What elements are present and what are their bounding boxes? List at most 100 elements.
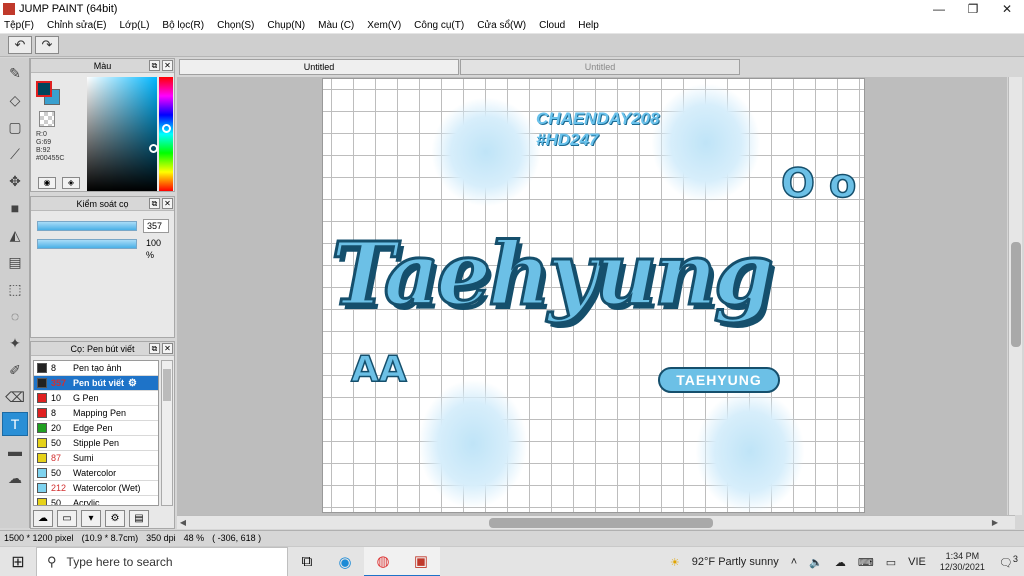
magic-wand-tool-icon[interactable]: ✦ [2, 331, 28, 355]
hue-slider[interactable] [159, 77, 173, 191]
maximize-button[interactable]: ❐ [956, 0, 990, 17]
blue-value: B:92 [36, 147, 51, 154]
language-indicator[interactable]: VIE [908, 556, 926, 568]
scroll-left-icon[interactable]: ◀ [177, 517, 189, 529]
rectangle-tool-icon[interactable]: ▢ [2, 115, 28, 139]
brush-tool-icon[interactable]: ✎ [2, 61, 28, 85]
sv-picker-knob[interactable] [149, 144, 158, 153]
brush-size-slider[interactable] [37, 221, 137, 231]
brush-list-item[interactable]: 50 Acrylic [34, 496, 158, 505]
cloud-tool-icon[interactable]: ☁ [2, 466, 28, 490]
transparent-color-swatch[interactable] [39, 111, 55, 127]
saturation-value-picker[interactable] [87, 77, 157, 191]
close-button[interactable]: ✕ [990, 0, 1024, 17]
taskbar-clock[interactable]: 1:34 PM 12/30/2021 [940, 551, 985, 573]
panel-close-icon[interactable]: ✕ [162, 60, 173, 71]
brush-size-value[interactable]: 357 [143, 219, 169, 233]
text-tool-icon[interactable]: T [2, 412, 28, 436]
color-mode-icon[interactable]: ◉ [38, 177, 56, 189]
detach-icon[interactable]: ⧉ [149, 343, 160, 354]
hue-slider-knob[interactable] [162, 124, 171, 133]
new-brush-icon[interactable]: ▭ [57, 510, 77, 527]
horizontal-scroll-thumb[interactable] [489, 518, 713, 528]
undo-icon[interactable]: ↶ [8, 36, 32, 54]
brush-list-item[interactable]: 50 Stipple Pen [34, 436, 158, 451]
vertical-scrollbar[interactable] [1008, 77, 1022, 515]
search-placeholder: Type here to search [66, 554, 173, 569]
brush-list-scrollbar[interactable] [161, 360, 173, 506]
menu-edit[interactable]: Chỉnh sửa(E) [47, 20, 107, 31]
select-rect-tool-icon[interactable]: ⬚ [2, 277, 28, 301]
menu-cloud[interactable]: Cloud [539, 20, 565, 31]
hex-value: #00455C [36, 155, 65, 162]
brush-list-item[interactable]: 20 Edge Pen [34, 421, 158, 436]
menu-layer[interactable]: Lớp(L) [120, 20, 150, 31]
redo-icon[interactable]: ↷ [35, 36, 59, 54]
bucket-tool-icon[interactable]: ◭ [2, 223, 28, 247]
canvas-workspace[interactable]: CHAENDAY208 #HD247 O o Taehyung AA TAEHY… [177, 77, 1007, 515]
brush-size-label: 20 [51, 423, 62, 433]
onedrive-icon[interactable]: ☁ [835, 556, 846, 569]
scroll-thumb[interactable] [163, 369, 171, 401]
eraser-tool-icon[interactable]: ◇ [2, 88, 28, 112]
select-pen-tool-icon[interactable]: ✐ [2, 358, 28, 382]
brush-list-item[interactable]: 10 G Pen [34, 391, 158, 406]
task-view-icon[interactable]: ⧉ [288, 547, 326, 576]
brush-menu-icon[interactable]: ▾ [81, 510, 101, 527]
brush-settings-icon[interactable]: ⚙ [105, 510, 125, 527]
keyboard-icon[interactable]: ⌨ [858, 556, 874, 569]
brush-cloud-icon[interactable]: ☁ [33, 510, 53, 527]
scroll-right-icon[interactable]: ▶ [989, 517, 1001, 529]
menu-color[interactable]: Màu (C) [318, 20, 354, 31]
detach-icon[interactable]: ⧉ [149, 198, 160, 209]
fill-rect-tool-icon[interactable]: ■ [2, 196, 28, 220]
brush-settings-gear-icon[interactable]: ⚙ [128, 378, 137, 389]
color-set-icon[interactable]: ◈ [62, 177, 80, 189]
brush-list-item[interactable]: 8 Mapping Pen [34, 406, 158, 421]
vertical-scroll-thumb[interactable] [1011, 242, 1021, 347]
lasso-tool-icon[interactable]: ◌ [2, 304, 28, 328]
select-eraser-tool-icon[interactable]: ⌫ [2, 385, 28, 409]
brush-list-item[interactable]: 212 Watercolor (Wet) [34, 481, 158, 496]
taskbar-search[interactable]: ⚲ Type here to search [36, 546, 288, 576]
windows-start-icon[interactable]: ⊞ [0, 547, 36, 576]
menu-help[interactable]: Help [578, 20, 599, 31]
speaker-icon[interactable]: 🔈 [809, 556, 823, 569]
menu-view[interactable]: Xem(V) [367, 20, 401, 31]
brush-list-item[interactable]: 87 Sumi [34, 451, 158, 466]
notification-icon[interactable]: 🗨3 [999, 554, 1018, 570]
menu-filter[interactable]: Bộ lọc(R) [162, 20, 204, 31]
foreground-color-swatch[interactable] [36, 81, 52, 97]
edge-browser-icon[interactable]: ◉ [326, 547, 364, 576]
weather-text[interactable]: 92°F Partly sunny [692, 556, 779, 568]
rgb-readout: R:0 G:69 B:92 #00455C [36, 131, 64, 163]
tab-untitled-2[interactable]: Untitled [460, 59, 740, 75]
panel-close-icon[interactable]: ✕ [162, 198, 173, 209]
minimize-button[interactable]: — [922, 0, 956, 17]
horizontal-scrollbar[interactable]: ◀ ▶ [177, 515, 1015, 529]
line-tool-icon[interactable]: ⟋ [2, 142, 28, 166]
brush-list-item[interactable]: 8 Pen tạo ảnh [34, 361, 158, 376]
brush-folder-icon[interactable]: ▤ [129, 510, 149, 527]
tab-untitled-1[interactable]: Untitled [179, 59, 459, 75]
menu-file[interactable]: Tệp(F) [4, 20, 34, 31]
chrome-browser-icon[interactable]: ◍ [364, 546, 402, 576]
menu-capture[interactable]: Chụp(N) [267, 20, 305, 31]
weather-icon[interactable]: ☀ [670, 556, 680, 569]
brush-list-item[interactable]: 357 Pen bút viết ⚙ [34, 376, 158, 391]
jump-paint-taskbar-icon[interactable]: ▣ [402, 546, 440, 576]
menu-window[interactable]: Cửa sổ(W) [477, 20, 526, 31]
panel-close-icon[interactable]: ✕ [162, 343, 173, 354]
divider-tool-icon[interactable]: ▬ [2, 439, 28, 463]
detach-icon[interactable]: ⧉ [149, 60, 160, 71]
gradient-tool-icon[interactable]: ▤ [2, 250, 28, 274]
clock-time: 1:34 PM [945, 551, 980, 561]
menu-tools[interactable]: Công cụ(T) [414, 20, 464, 31]
move-tool-icon[interactable]: ✥ [2, 169, 28, 193]
brush-opacity-slider[interactable] [37, 239, 137, 249]
monitor-icon[interactable]: ▭ [886, 556, 896, 569]
menu-select[interactable]: Chọn(S) [217, 20, 254, 31]
brush-list-item[interactable]: 50 Watercolor [34, 466, 158, 481]
drawing-canvas[interactable]: CHAENDAY208 #HD247 O o Taehyung AA TAEHY… [322, 78, 865, 513]
hidden-icons-icon[interactable]: ˄ [791, 556, 797, 568]
